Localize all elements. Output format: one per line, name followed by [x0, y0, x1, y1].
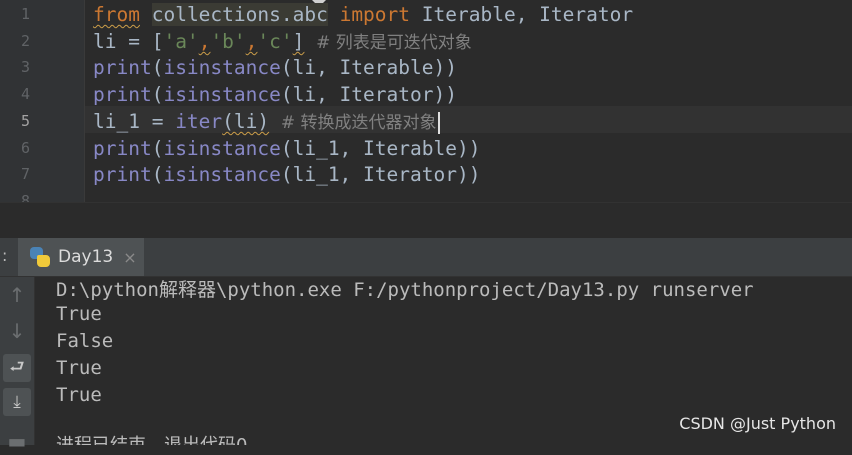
code-line-3[interactable]: print(isinstance(li, Iterable)): [93, 54, 457, 81]
line-number: 2: [20, 32, 30, 50]
down-arrow-icon[interactable]: ↓: [3, 317, 31, 345]
current-line-number: 5: [20, 112, 30, 130]
arguments: (li): [222, 110, 270, 133]
line-number: 6: [20, 139, 30, 157]
assignment: li_1 =: [93, 110, 176, 133]
run-tab-bar: : Day13 ×: [0, 238, 852, 277]
code-line-4[interactable]: print(isinstance(li, Iterator)): [93, 81, 457, 108]
line-number: 7: [20, 165, 30, 183]
builtin-function: print: [93, 56, 152, 79]
console-output-line: True: [56, 303, 102, 325]
keyword: from: [93, 3, 140, 26]
run-tab-label: Day13: [58, 247, 114, 267]
line-number-gutter: 1 2 3 4 5 6 7 8: [0, 0, 85, 202]
operator: = [: [116, 30, 164, 53]
tab-bar-prefix: :: [2, 246, 8, 265]
variable: li: [93, 30, 117, 53]
keyword: import: [339, 3, 411, 26]
string-literal: 'b': [210, 30, 246, 53]
soft-wrap-icon[interactable]: ⮐: [3, 354, 31, 382]
console-exit-message: 进程已结束，退出代码0: [56, 432, 247, 445]
builtin-function: print: [93, 163, 152, 186]
comment: # 转换成迭代器对象: [280, 113, 437, 133]
imported-names: Iterable, Iterator: [421, 3, 634, 26]
builtin-function: print: [93, 137, 152, 160]
line-number: 4: [20, 85, 30, 103]
watermark: CSDN @Just Python: [679, 414, 836, 433]
code-line-6[interactable]: print(isinstance(li_1, Iterable)): [93, 135, 480, 162]
panel-splitter[interactable]: [0, 202, 852, 239]
comma: ,: [198, 30, 211, 53]
builtin-function: isinstance: [163, 137, 281, 160]
arguments: (li_1, Iterable)): [280, 137, 481, 160]
run-toolbar: ↑ ↓ ⮐ ⤓ ▬: [0, 277, 35, 453]
code-editor[interactable]: 1 2 3 4 5 6 7 8 from collections.abc imp…: [0, 0, 852, 202]
close-icon[interactable]: ×: [123, 248, 136, 267]
code-line-5[interactable]: li_1 = iter(li) # 转换成迭代器对象: [93, 108, 440, 135]
python-icon: [30, 247, 50, 267]
builtin-function: print: [93, 83, 152, 106]
builtin-function: isinstance: [163, 56, 281, 79]
console-output-line: False: [56, 330, 114, 352]
line-number: 1: [20, 5, 30, 23]
up-arrow-icon[interactable]: ↑: [3, 281, 31, 309]
arguments: (li, Iterator)): [280, 83, 457, 106]
builtin-function: iter: [175, 110, 223, 133]
line-number: 8: [20, 192, 30, 202]
bracket: ]: [292, 30, 305, 53]
builtin-function: isinstance: [163, 163, 281, 186]
run-tab-day13[interactable]: Day13 ×: [18, 238, 144, 276]
comma: ,: [245, 30, 258, 53]
arguments: (li, Iterable)): [280, 56, 457, 79]
text-caret: [437, 111, 440, 134]
comment: # 列表是可迭代对象: [316, 33, 472, 53]
arguments: (li_1, Iterator)): [280, 163, 481, 186]
line-number: 3: [20, 58, 30, 76]
console-output-line: True: [56, 384, 102, 406]
console-command-line: D:\python解释器\python.exe F:/pythonproject…: [56, 279, 754, 301]
builtin-function: isinstance: [163, 83, 281, 106]
string-literal: 'c': [257, 30, 293, 53]
print-icon[interactable]: ▬: [3, 427, 31, 455]
module-name: collections.abc: [151, 3, 328, 26]
code-line-2[interactable]: li = ['a','b','c'] # 列表是可迭代对象: [93, 28, 472, 55]
scroll-to-end-icon[interactable]: ⤓: [3, 388, 31, 416]
string-literal: 'a': [163, 30, 199, 53]
console-output-line: True: [56, 357, 102, 379]
code-line-1[interactable]: from collections.abc import Iterable, It…: [93, 1, 633, 28]
code-line-7[interactable]: print(isinstance(li_1, Iterator)): [93, 161, 480, 188]
